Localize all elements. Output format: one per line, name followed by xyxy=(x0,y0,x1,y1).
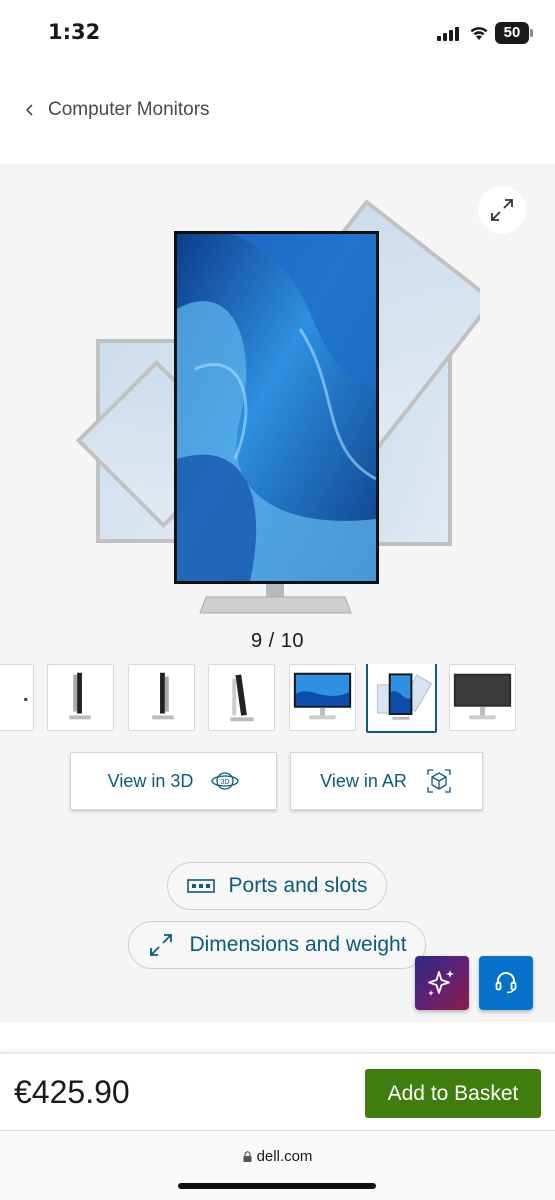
url-display[interactable]: dell.com xyxy=(0,1148,555,1165)
product-price: €425.90 xyxy=(14,1074,130,1110)
product-gallery: 9 / 10 View in 3D 3D View in AR Ports an… xyxy=(0,164,555,1022)
browser-url-bar[interactable]: dell.com xyxy=(0,1130,555,1200)
home-indicator[interactable] xyxy=(178,1183,376,1189)
thumbnail-7[interactable] xyxy=(449,664,516,731)
view-ar-label: View in AR xyxy=(320,770,407,791)
lock-icon xyxy=(243,1151,252,1162)
expand-button[interactable] xyxy=(478,186,526,234)
thumbnail-6-active[interactable] xyxy=(366,664,437,733)
url-text: dell.com xyxy=(256,1148,313,1165)
thumbnail-4[interactable] xyxy=(208,664,275,731)
dimensions-and-weight-button[interactable]: Dimensions and weight xyxy=(128,921,426,969)
dimensions-icon xyxy=(150,934,173,956)
view-ar-button[interactable]: View in AR xyxy=(290,752,483,810)
3d-view-icon: 3D xyxy=(211,772,240,790)
purchase-bar: €425.90 Add to Basket xyxy=(0,1052,555,1132)
ports-icon xyxy=(186,879,215,893)
breadcrumb-back[interactable]: Computer Monitors xyxy=(24,97,210,123)
status-bar: 1:32 50 xyxy=(0,0,555,66)
ai-assistant-button[interactable] xyxy=(415,956,469,1010)
thumbnail-3[interactable] xyxy=(128,664,195,731)
thumbnail-2[interactable] xyxy=(47,664,114,731)
sparkle-icon xyxy=(428,970,454,996)
dimensions-and-weight-label: Dimensions and weight xyxy=(189,933,407,956)
thumbnail-1[interactable] xyxy=(0,664,34,731)
thumbnail-strip[interactable] xyxy=(0,664,555,734)
ports-and-slots-button[interactable]: Ports and slots xyxy=(167,862,387,910)
product-image[interactable] xyxy=(70,189,480,619)
breadcrumb-label: Computer Monitors xyxy=(48,99,210,120)
signal-icon xyxy=(437,27,459,41)
status-time: 1:32 xyxy=(48,20,101,44)
battery-level: 50 xyxy=(503,24,521,41)
product-page: 1:32 50 Computer Monitors 9 / 10 View in… xyxy=(0,0,555,1200)
wifi-icon xyxy=(470,27,488,40)
view-3d-button[interactable]: View in 3D 3D xyxy=(70,752,277,810)
view-3d-label: View in 3D xyxy=(107,770,194,791)
headset-icon xyxy=(495,972,517,994)
add-to-basket-button[interactable]: Add to Basket xyxy=(365,1069,541,1118)
support-chat-button[interactable] xyxy=(479,956,533,1010)
ar-cube-icon xyxy=(427,769,451,793)
svg-text:3D: 3D xyxy=(221,779,230,786)
thumbnail-5[interactable] xyxy=(289,664,356,731)
battery-icon: 50 xyxy=(495,22,535,44)
expand-icon xyxy=(491,199,513,221)
image-counter: 9 / 10 xyxy=(250,630,305,652)
chevron-left-icon xyxy=(25,104,33,116)
ports-and-slots-label: Ports and slots xyxy=(228,874,368,897)
